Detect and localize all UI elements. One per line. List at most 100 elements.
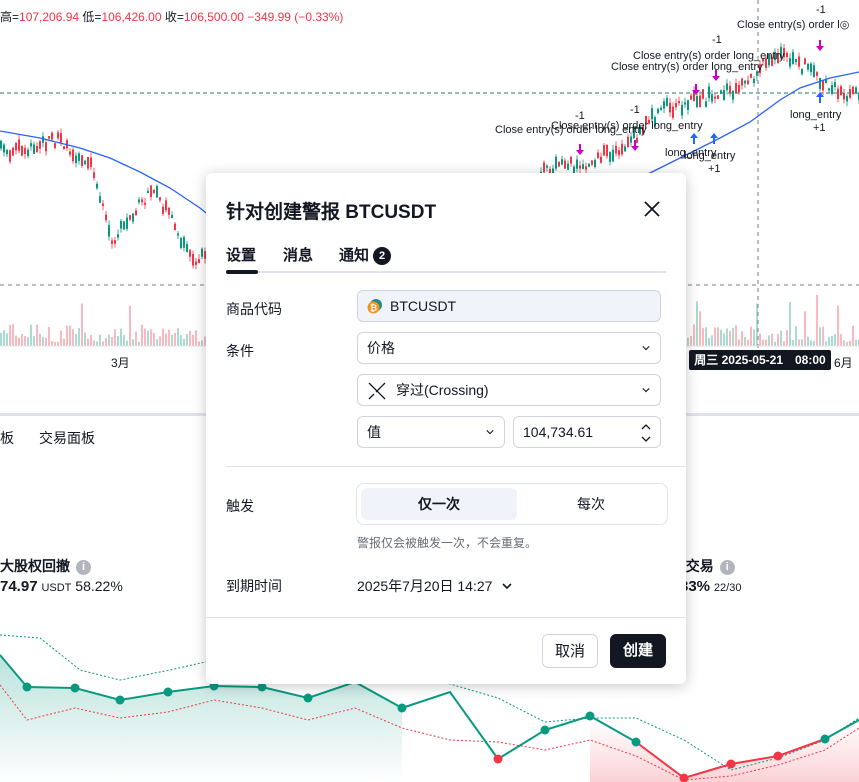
candle-body xyxy=(186,244,188,252)
volume-bar xyxy=(849,340,851,346)
crossing-icon xyxy=(368,382,386,400)
drawdown-area xyxy=(590,720,859,782)
condition-source-value: 价格 xyxy=(367,340,395,356)
candle-body xyxy=(630,136,632,143)
volume-bar xyxy=(45,337,47,346)
drawdown-amount: 74.97 xyxy=(0,578,38,595)
candle-body xyxy=(75,155,77,164)
candle-body xyxy=(717,95,719,99)
candle-body xyxy=(48,136,50,139)
volume-bar xyxy=(837,305,839,346)
trigger-every-option[interactable]: 每次 xyxy=(517,488,665,520)
value-input[interactable]: 104,734.61 xyxy=(513,416,661,448)
volume-bar xyxy=(180,335,182,346)
candle-body xyxy=(105,214,107,221)
candle-body xyxy=(138,199,140,203)
candle-body xyxy=(189,249,191,257)
candle-body xyxy=(798,56,800,67)
candle-body xyxy=(624,146,626,152)
equity-point xyxy=(726,759,736,769)
volume-bar xyxy=(723,333,725,346)
volume-bar xyxy=(135,331,137,346)
condition-source-select[interactable]: 价格 xyxy=(357,332,661,364)
candle-body xyxy=(126,217,128,229)
candle-body xyxy=(657,108,659,114)
candle-body xyxy=(714,96,716,99)
cancel-button[interactable]: 取消 xyxy=(542,634,598,668)
candle-body xyxy=(54,143,56,149)
time-axis-label-june: 6月 xyxy=(834,356,853,370)
symbol-label: 商品代码 xyxy=(226,301,282,317)
candle-body xyxy=(747,80,749,84)
create-alert-dialog: 针对创建警报 BTCUSDT 设置 消息 通知 2 商品代码 ₿ BTCUSDT … xyxy=(206,173,688,684)
volume-bar xyxy=(741,331,743,346)
expiry-dropdown[interactable]: 2025年7月20日 14:27 xyxy=(357,576,512,596)
metric-trades-value: 33% 22/30 xyxy=(680,578,741,595)
candle-body xyxy=(12,147,14,156)
stepper-icon[interactable] xyxy=(641,421,651,445)
equity-point xyxy=(493,754,503,764)
metric-drawdown-title: 大股权回撤 i xyxy=(0,556,91,576)
volume-bar xyxy=(120,328,122,346)
volume-bar xyxy=(777,333,779,346)
equity-point xyxy=(303,693,313,703)
candle-body xyxy=(99,196,101,203)
candle-body xyxy=(558,161,560,167)
volume-bar xyxy=(21,333,23,346)
info-icon[interactable]: i xyxy=(76,559,91,575)
candle-body xyxy=(591,160,593,165)
candle-body xyxy=(69,151,71,155)
candle-body xyxy=(801,69,803,75)
volume-bar xyxy=(783,341,785,346)
tab-settings[interactable]: 设置 xyxy=(226,244,256,265)
symbol-field: ₿ BTCUSDT xyxy=(357,290,661,322)
annotation-minus-1a: -1 xyxy=(816,4,826,16)
tab-notifications[interactable]: 通知 2 xyxy=(339,244,392,266)
volume-bar xyxy=(762,339,764,346)
separator xyxy=(226,466,688,467)
value-type-select[interactable]: 值 xyxy=(357,416,505,448)
volume-bar xyxy=(90,334,92,346)
annotation-close-4: Close entry(s) order long_entry xyxy=(495,124,647,136)
value-type-value: 值 xyxy=(367,424,381,440)
candle-body xyxy=(786,52,788,58)
volume-bar xyxy=(822,326,824,346)
volume-bar xyxy=(78,327,80,346)
candle-body xyxy=(72,149,74,162)
close-icon[interactable] xyxy=(640,197,664,221)
volume-bar xyxy=(804,311,806,346)
volume-bar xyxy=(774,341,776,346)
dialog-title: 针对创建警报 BTCUSDT xyxy=(226,202,437,223)
volume-bar xyxy=(102,341,104,346)
tab-messages[interactable]: 消息 xyxy=(283,244,313,265)
volume-bar xyxy=(24,336,26,346)
buy-arrow-icon xyxy=(690,133,698,144)
annotation-close-2: Close entry(s) order long_entry xyxy=(611,61,763,73)
drawdown-pct: 58.22% xyxy=(75,578,123,594)
volume-bar xyxy=(711,335,713,346)
candle-body xyxy=(555,156,557,169)
candle-body xyxy=(543,162,545,173)
candle-body xyxy=(687,100,689,110)
tab-partial[interactable]: 板 xyxy=(0,428,14,448)
metric-trades-title: J交易 i xyxy=(678,556,735,576)
candle-body xyxy=(27,149,29,157)
annotation-minus-1d: -1 xyxy=(575,110,585,122)
candle-body xyxy=(789,58,791,67)
info-icon[interactable]: i xyxy=(719,559,735,575)
candle-body xyxy=(579,165,581,169)
volume-bar xyxy=(51,340,53,346)
volume-bar xyxy=(183,338,185,346)
condition-operator-select[interactable]: 穿过(Crossing) xyxy=(357,374,661,406)
volume-bar xyxy=(702,328,704,346)
trigger-once-option[interactable]: 仅一次 xyxy=(361,488,517,520)
tab-trading-panel[interactable]: 交易面板 xyxy=(39,428,95,448)
time-axis-label-march: 3月 xyxy=(111,356,130,370)
volume-bar xyxy=(708,338,710,346)
candle-body xyxy=(570,156,572,164)
candle-body xyxy=(738,84,740,93)
candle-body xyxy=(810,63,812,73)
svg-text:₿: ₿ xyxy=(370,303,377,313)
volume-bar xyxy=(114,329,116,346)
create-button[interactable]: 创建 xyxy=(610,634,666,668)
